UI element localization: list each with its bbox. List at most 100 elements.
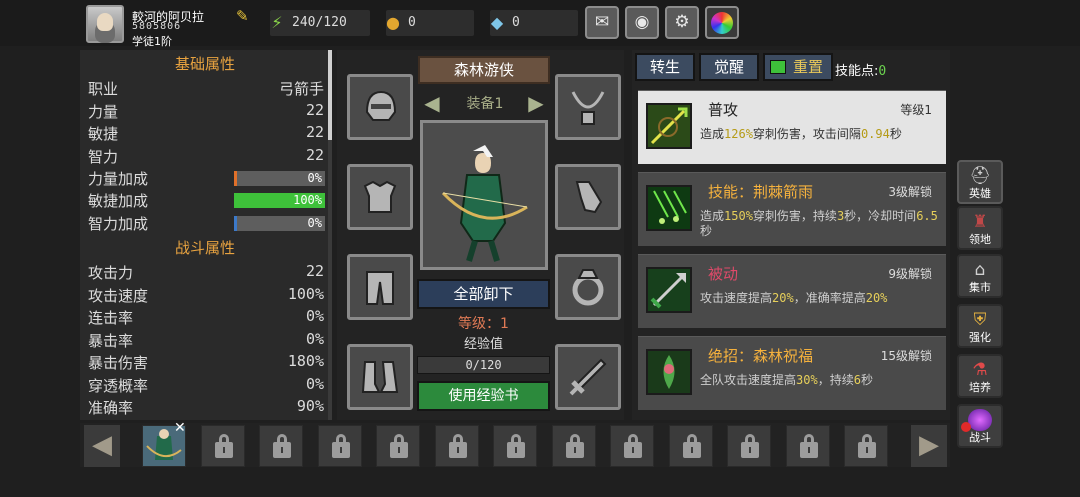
lock-icon [332, 434, 350, 458]
helmet-slot[interactable] [347, 74, 413, 140]
nav-hero[interactable]: ⛑ 英雄 [957, 160, 1003, 204]
stat-value: 22 [305, 262, 324, 280]
gold-coin-icon: ● [386, 13, 400, 32]
nav-enhance[interactable]: ⛨ 强化 [957, 304, 1003, 348]
hero-slot-locked[interactable] [552, 425, 596, 467]
xp-bar: 0/120 [417, 356, 550, 374]
use-xp-book-button[interactable]: 使用经验书 [417, 381, 550, 411]
prev-loadout-arrow-icon[interactable]: ◀ [418, 90, 446, 116]
hero-slot-locked[interactable] [435, 425, 479, 467]
pants-slot[interactable] [347, 254, 413, 320]
bar-value: 100% [293, 193, 322, 207]
stats-scrollbar[interactable] [328, 50, 332, 420]
energy-icon: ⚡ [271, 13, 283, 32]
hero-slot-locked[interactable] [786, 425, 830, 467]
gold-value: 0 [408, 15, 416, 30]
agility-bonus-bar: 100% [234, 193, 325, 208]
hero-slot-locked[interactable] [727, 425, 771, 467]
edit-name-icon[interactable]: ✎ [236, 8, 252, 24]
lock-icon [507, 434, 525, 458]
desc-text: 秒 [889, 127, 902, 141]
bar-value: 0% [307, 171, 322, 185]
hero-slot-locked[interactable] [844, 425, 888, 467]
next-loadout-arrow-icon[interactable]: ▶ [522, 90, 550, 116]
gloves-slot[interactable] [555, 164, 621, 230]
settings-button[interactable]: ⚙ [665, 6, 699, 39]
desc-value: 20% [772, 291, 794, 305]
boots-slot[interactable] [347, 344, 413, 410]
hero-slot-locked[interactable] [376, 425, 420, 467]
gamepad-button[interactable]: ◉ [625, 6, 659, 39]
lock-icon [800, 434, 818, 458]
tab-awaken[interactable]: 觉醒 [699, 53, 759, 81]
skill-card-basic-attack[interactable]: 普攻 等级1 造成126%穿刺伤害，攻击间隔0.94秒 [638, 90, 946, 164]
hero-slot-locked[interactable] [201, 425, 245, 467]
necklace-icon [571, 91, 605, 125]
skill-card-passive[interactable]: 被动 9级解锁 攻击速度提高20%，准确率提高20% [638, 254, 946, 328]
energy-value: 240/120 [292, 15, 347, 30]
stat-row-intellect-bonus: 智力加成 0% [88, 213, 325, 235]
hero-slot-locked[interactable] [318, 425, 362, 467]
flask-icon: ⚗ [972, 360, 988, 380]
nav-train[interactable]: ⚗ 培养 [957, 354, 1003, 398]
skill-name: 普攻 [708, 101, 739, 119]
hero-slot-locked[interactable] [669, 425, 713, 467]
hero-slot-locked[interactable] [610, 425, 654, 467]
lock-icon [449, 434, 467, 458]
lock-icon [566, 434, 584, 458]
nav-market[interactable]: ⌂ 集市 [957, 254, 1003, 298]
nav-label: 培养 [969, 381, 991, 394]
hero-slot-locked[interactable] [259, 425, 303, 467]
desc-text: 穿刺伤害，持续 [752, 209, 837, 223]
nav-battle[interactable]: 战斗 [957, 404, 1003, 448]
desc-value: 126% [724, 127, 753, 141]
stat-row-strength: 力量 22 [88, 101, 324, 123]
stat-label: 力量加成 [88, 170, 149, 188]
color-wheel-button[interactable] [705, 6, 739, 39]
stat-row-combo-rate: 连击率 0% [88, 307, 324, 329]
skill-description: 造成126%穿刺伤害，攻击间隔0.94秒 [700, 127, 940, 142]
gloves-icon [575, 181, 603, 214]
stat-value: 0% [305, 330, 324, 348]
ring-slot[interactable] [555, 254, 621, 320]
basic-attributes-heading: 基础属性 [174, 55, 235, 73]
reset-button[interactable]: 重置 [763, 53, 833, 81]
stat-value: 90% [296, 397, 324, 415]
stat-value: 22 [305, 146, 324, 164]
hero-slot-locked[interactable] [493, 425, 537, 467]
player-rank: 学徒1阶 [132, 35, 172, 48]
skill-card-forest-blessing[interactable]: 绝招：森林祝福 15级解锁 全队攻击速度提高30%，持续6秒 [638, 336, 946, 410]
unequip-all-button[interactable]: 全部卸下 [417, 279, 550, 309]
combat-attributes-heading: 战斗属性 [174, 239, 235, 257]
stat-label: 敏捷加成 [88, 192, 149, 210]
stat-row-agility: 敏捷 22 [88, 123, 324, 145]
hero-strip-right-arrow-icon[interactable]: ▶ [911, 425, 947, 467]
skill-description: 全队攻击速度提高30%，持续6秒 [700, 373, 940, 388]
stat-row-pierce: 穿透概率 0% [88, 375, 324, 397]
armor-slot[interactable] [347, 164, 413, 230]
helmet-icon [365, 90, 397, 121]
strength-bonus-bar: 0% [234, 171, 325, 186]
mail-button[interactable]: ✉ [585, 6, 619, 39]
armor-icon [363, 180, 397, 213]
hero-strip-left-arrow-icon[interactable]: ◀ [84, 425, 120, 467]
desc-text: 攻击速度提高 [700, 291, 773, 305]
desc-value: 6 [853, 373, 861, 387]
skill-level: 等级1 [900, 103, 932, 117]
gem-icon: ◆ [490, 13, 504, 32]
necklace-slot[interactable] [555, 74, 621, 140]
desc-value: 30% [796, 373, 818, 387]
skill-card-arrow-rain[interactable]: 技能：荆棘箭雨 3级解锁 造成150%穿刺伤害，持续3秒，冷却时间6.5秒 [638, 172, 946, 246]
tab-rebirth[interactable]: 转生 [635, 53, 695, 81]
close-icon[interactable]: ✕ [174, 420, 186, 436]
nav-territory[interactable]: ♜ 领地 [957, 206, 1003, 250]
stat-row-attack-speed: 攻击速度 100% [88, 285, 324, 307]
energy-counter: ⚡ 240/120 [270, 10, 370, 36]
desc-text: 全队攻击速度提高 [700, 373, 797, 387]
stat-row-class: 职业 弓箭手 [88, 78, 324, 100]
stat-value: 弓箭手 [278, 80, 324, 98]
nav-label: 强化 [969, 331, 991, 344]
hero-level: 等级：1 [458, 316, 509, 332]
avatar[interactable] [86, 5, 124, 43]
weapon-slot[interactable] [555, 344, 621, 410]
